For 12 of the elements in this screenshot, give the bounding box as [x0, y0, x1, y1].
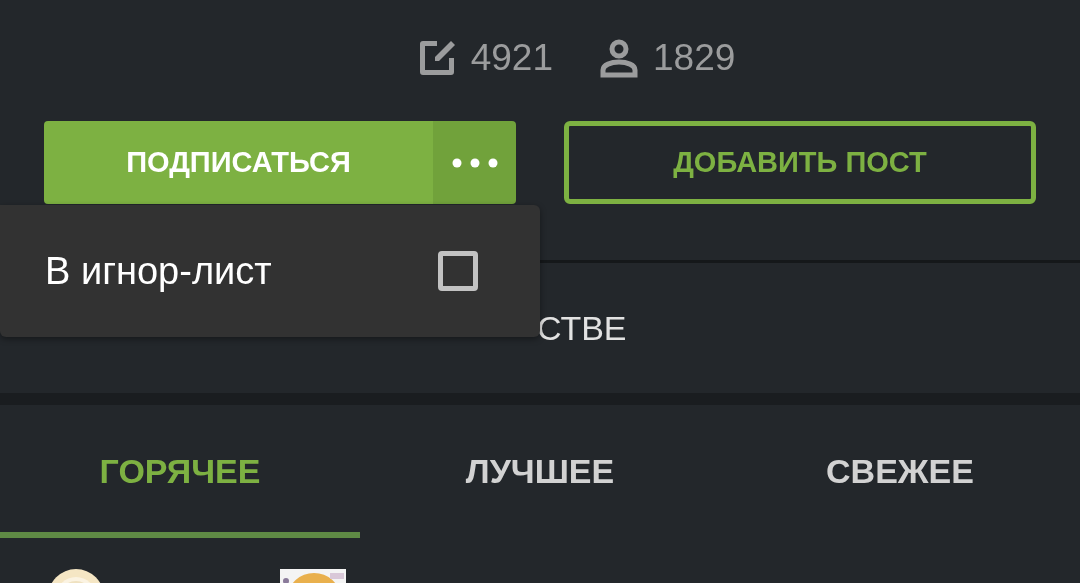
menu-item-label[interactable]: В игнор-лист: [45, 249, 272, 293]
feed-tab[interactable]: ЛУЧШЕЕ: [360, 405, 720, 538]
section-heading: СТВЕ: [537, 308, 627, 348]
posts-count: 4921: [470, 37, 553, 79]
checkbox[interactable]: [438, 251, 478, 291]
feed-tab[interactable]: ГОРЯЧЕЕ: [0, 405, 360, 538]
subscribers-count: 1829: [653, 37, 736, 79]
feed-tab[interactable]: СВЕЖЕЕ: [720, 405, 1080, 538]
more-icon: [451, 157, 498, 168]
add-post-button[interactable]: ДОБАВИТЬ ПОСТ: [564, 121, 1036, 204]
person-icon: [599, 38, 639, 78]
more-button[interactable]: [433, 121, 516, 204]
